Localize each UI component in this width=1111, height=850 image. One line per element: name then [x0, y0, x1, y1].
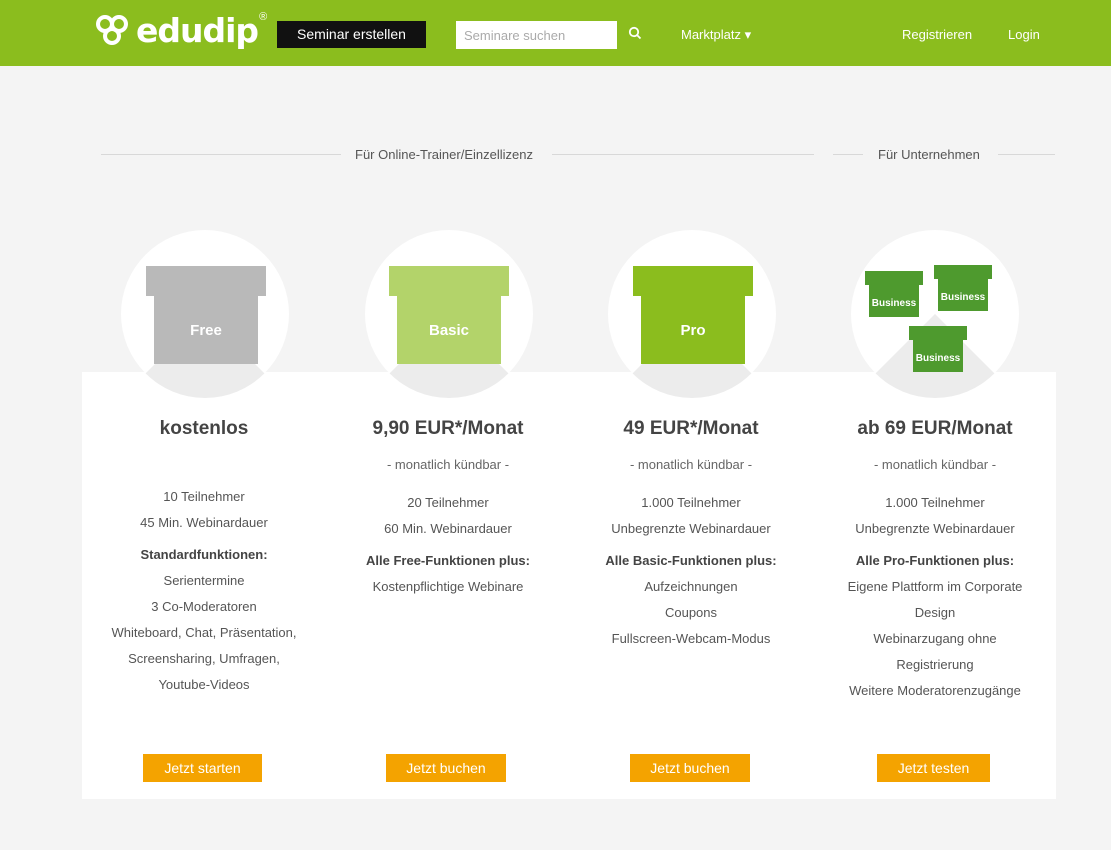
search-icon[interactable] — [628, 26, 642, 40]
logo-registered-mark: ® — [259, 11, 268, 23]
feature-line: Coupons — [664, 605, 718, 620]
feature-line: Unbegrenzte Webinardauer — [855, 521, 1015, 536]
feature-line: Whiteboard, Chat, Präsentation, — [111, 625, 297, 640]
section-divider — [833, 154, 863, 155]
basic-box-icon: Basic — [389, 266, 509, 364]
section-heading-business: Für Unternehmen — [878, 147, 980, 162]
feature-line: Screensharing, Umfragen, — [128, 651, 280, 666]
plan-price: ab 69 EUR/Monat — [857, 418, 1013, 439]
feature-line: 10 Teilnehmer — [163, 489, 245, 504]
register-link[interactable]: Registrieren — [902, 27, 972, 42]
plan-column-free: kostenlos 10 Teilnehmer 45 Min. Webinard… — [84, 410, 324, 698]
plan-column-basic: 9,90 EUR*/Monat - monatlich kündbar - 20… — [328, 410, 568, 600]
feature-line: Weitere Moderatorenzugänge — [849, 683, 1021, 698]
cancel-note: - monatlich kündbar - — [386, 457, 510, 472]
cancel-note: - monatlich kündbar - — [629, 457, 753, 472]
marketplace-dropdown[interactable]: Marktplatz ▾ — [681, 27, 751, 43]
edudip-logo[interactable]: edudip ® — [96, 8, 267, 52]
feature-line: Youtube-Videos — [158, 677, 250, 692]
business-box-icon: Business — [909, 326, 967, 372]
business-box-label: Business — [940, 291, 986, 303]
feature-line: 45 Min. Webinardauer — [140, 515, 268, 530]
book-basic-button[interactable]: Jetzt buchen — [386, 754, 506, 782]
feature-line: Design — [914, 605, 956, 620]
plan-price: kostenlos — [159, 418, 249, 439]
free-box-icon: Free — [146, 266, 266, 364]
plan-column-business: ab 69 EUR/Monat - monatlich kündbar - 1.… — [815, 410, 1055, 704]
login-link[interactable]: Login — [1008, 27, 1040, 42]
create-seminar-button[interactable]: Seminar erstellen — [277, 21, 426, 48]
business-box-label: Business — [871, 297, 917, 309]
pro-box-label: Pro — [680, 321, 706, 339]
feature-line: Unbegrenzte Webinardauer — [611, 521, 771, 536]
feature-line: 3 Co-Moderatoren — [151, 599, 257, 614]
feature-line: Serientermine — [163, 573, 245, 588]
section-divider — [998, 154, 1055, 155]
business-box-icon: Business — [865, 271, 923, 317]
test-business-button[interactable]: Jetzt testen — [877, 754, 990, 782]
feature-heading: Alle Free-Funktionen plus: — [366, 553, 530, 568]
plan-price: 9,90 EUR*/Monat — [372, 418, 524, 439]
feature-heading: Alle Basic-Funktionen plus: — [605, 553, 777, 568]
cancel-note: - monatlich kündbar - — [873, 457, 997, 472]
feature-line: Webinarzugang ohne — [873, 631, 997, 646]
feature-heading: Alle Pro-Funktionen plus: — [855, 553, 1015, 568]
logo-rings-icon — [96, 13, 134, 47]
basic-box-label: Basic — [428, 321, 470, 339]
book-pro-button[interactable]: Jetzt buchen — [630, 754, 750, 782]
feature-line: Registrierung — [896, 657, 974, 672]
feature-line: 60 Min. Webinardauer — [384, 521, 512, 536]
section-heading-trainer: Für Online-Trainer/Einzellizenz — [355, 147, 533, 162]
feature-line: Fullscreen-Webcam-Modus — [611, 631, 771, 646]
feature-heading: Standardfunktionen: — [140, 547, 268, 562]
business-box-icon: Business — [934, 265, 992, 311]
section-divider — [552, 154, 814, 155]
start-free-button[interactable]: Jetzt starten — [143, 754, 262, 782]
feature-line: 20 Teilnehmer — [407, 495, 489, 510]
feature-line: Eigene Plattform im Corporate — [847, 579, 1023, 594]
plan-price: 49 EUR*/Monat — [623, 418, 759, 439]
pro-box-icon: Pro — [633, 266, 753, 364]
feature-line: 1.000 Teilnehmer — [885, 495, 985, 510]
feature-line: Aufzeichnungen — [644, 579, 738, 594]
search-input[interactable] — [456, 21, 617, 49]
top-navigation-bar: edudip ® Seminar erstellen Marktplatz ▾ … — [0, 0, 1111, 66]
feature-line: Kostenpflichtige Webinare — [372, 579, 524, 594]
business-box-label: Business — [915, 352, 961, 364]
free-box-label: Free — [190, 321, 222, 339]
plan-column-pro: 49 EUR*/Monat - monatlich kündbar - 1.00… — [571, 410, 811, 652]
section-divider — [101, 154, 341, 155]
logo-text: edudip — [136, 10, 259, 50]
feature-line: 1.000 Teilnehmer — [641, 495, 741, 510]
